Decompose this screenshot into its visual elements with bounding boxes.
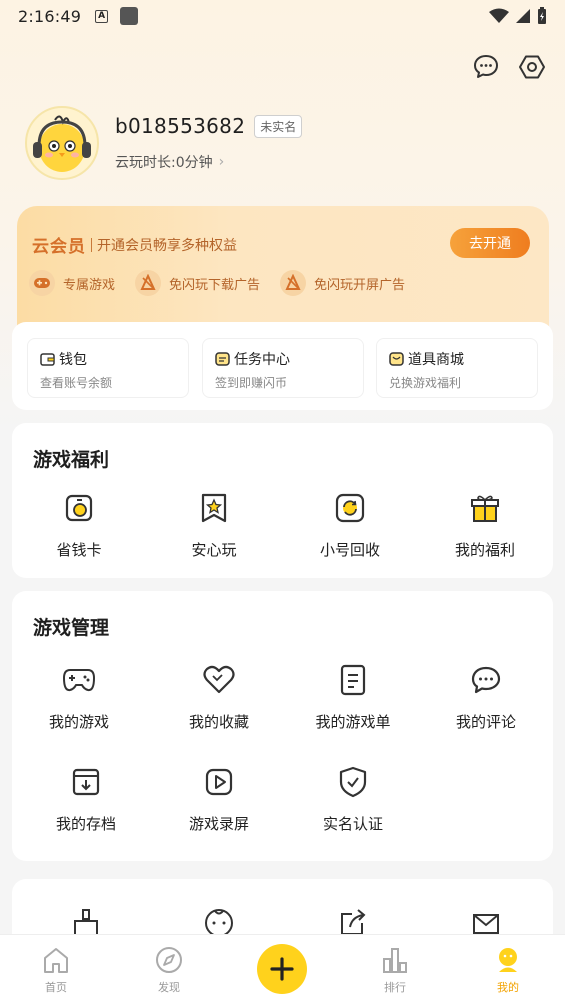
- management-item[interactable]: 我的评论: [426, 661, 546, 732]
- perk-item: 免闪玩下载广告: [135, 270, 260, 296]
- benefit-item[interactable]: 安心玩: [154, 489, 274, 560]
- no-ad-icon: [280, 270, 307, 296]
- playtime-text: 云玩时长:0分钟: [115, 155, 213, 171]
- management-label: 我的评论: [455, 713, 516, 731]
- wallet-button[interactable]: 钱包 查看账号余额: [27, 338, 189, 398]
- nav-label: 首页: [45, 981, 67, 994]
- header-actions: [471, 52, 547, 82]
- comment-icon: [467, 661, 505, 699]
- nav-home[interactable]: 首页: [16, 945, 96, 995]
- chick-headphones-avatar: [33, 115, 91, 172]
- management-section: 游戏管理 我的游戏 我的收藏 我的游戏单 我的评论 我的存档 游戏录屏 实名认证: [12, 591, 553, 861]
- management-label: 游戏录屏: [188, 815, 249, 833]
- verification-badge[interactable]: 未实名: [254, 114, 303, 138]
- section-title: 游戏管理: [33, 617, 110, 639]
- play-icon: [200, 763, 238, 801]
- vip-divider: [91, 237, 92, 252]
- benefit-label: 我的福利: [454, 541, 515, 559]
- profile-section[interactable]: b018553682 未实名 云玩时长:0分钟 ›: [25, 106, 303, 180]
- management-item[interactable]: 实名认证: [293, 763, 413, 834]
- wifi-icon: [489, 8, 509, 23]
- wallet-icon: [40, 353, 55, 366]
- vip-description: 开通会员畅享多种权益: [97, 237, 237, 254]
- wallet-subtitle: 查看账号余额: [40, 376, 113, 390]
- no-ad-icon: [135, 270, 162, 296]
- task-icon: [215, 352, 230, 366]
- task-center-subtitle: 签到即赚闪币: [215, 376, 288, 390]
- message-icon[interactable]: [471, 52, 501, 82]
- heart-icon: [200, 661, 238, 699]
- benefit-item[interactable]: 我的福利: [425, 489, 545, 560]
- mall-icon: [389, 352, 404, 366]
- add-button[interactable]: [257, 944, 307, 994]
- settings-hex-icon[interactable]: [517, 52, 547, 82]
- management-item[interactable]: 我的游戏单: [293, 661, 413, 732]
- item-mall-title: 道具商城: [408, 352, 464, 368]
- benefit-label: 安心玩: [191, 541, 237, 559]
- management-item[interactable]: 游戏录屏: [159, 763, 279, 834]
- benefit-item[interactable]: 省钱卡: [19, 489, 139, 560]
- management-label: 实名认证: [322, 815, 383, 833]
- item-mall-subtitle: 兑换游戏福利: [389, 376, 462, 390]
- task-center-title: 任务中心: [234, 352, 290, 368]
- shield-check-icon: [334, 763, 372, 801]
- star-bookmark-icon: [195, 489, 233, 527]
- item-mall-button[interactable]: 道具商城 兑换游戏福利: [376, 338, 538, 398]
- playtime-link[interactable]: 云玩时长:0分钟 ›: [115, 152, 302, 172]
- perk-item: 专属游戏: [29, 270, 115, 296]
- a-notification-icon: A: [95, 9, 109, 23]
- gift-icon: [466, 489, 504, 527]
- gamepad-icon: [29, 270, 55, 296]
- nav-label: 我的: [497, 981, 519, 994]
- recycle-icon: [331, 489, 369, 527]
- vip-perks: 专属游戏 免闪玩下载广告 免闪玩开屏广告: [29, 270, 405, 296]
- vip-title: 云会员: [32, 237, 86, 257]
- ranking-icon: [383, 948, 407, 973]
- status-time: 2:16:49: [18, 6, 82, 26]
- benefit-label: 小号回收: [319, 541, 380, 559]
- bottom-navigation: 首页 发现 排行 我的: [0, 934, 565, 1004]
- wallet-card: 钱包 查看账号余额 任务中心 签到即赚闪币 道具商城 兑换游戏福利: [12, 322, 553, 410]
- perk-label: 专属游戏: [63, 277, 116, 293]
- username: b018553682: [115, 114, 246, 138]
- task-center-button[interactable]: 任务中心 签到即赚闪币: [202, 338, 364, 398]
- chevron-right-icon: ›: [218, 154, 225, 170]
- management-label: 我的游戏单: [315, 713, 391, 731]
- compass-icon: [156, 947, 182, 973]
- list-icon: [334, 661, 372, 699]
- vip-open-button[interactable]: 去开通: [450, 228, 530, 258]
- benefits-section: 游戏福利 省钱卡 安心玩 小号回收 我的福利: [12, 423, 553, 578]
- home-icon: [44, 948, 68, 973]
- nav-label: 排行: [384, 981, 406, 994]
- perk-item: 免闪玩开屏广告: [280, 270, 405, 296]
- perk-label: 免闪玩下载广告: [169, 277, 261, 293]
- gamepad-icon: [60, 661, 98, 699]
- perk-label: 免闪玩开屏广告: [314, 277, 406, 293]
- management-item[interactable]: 我的存档: [26, 763, 146, 834]
- management-label: 我的存档: [55, 815, 116, 833]
- benefit-label: 省钱卡: [56, 541, 102, 559]
- archive-icon: [67, 763, 105, 801]
- plus-icon: [270, 957, 294, 981]
- section-title: 游戏福利: [33, 449, 110, 471]
- nav-ranking[interactable]: 排行: [355, 945, 435, 995]
- me-icon: [499, 948, 517, 972]
- saving-card-icon: [60, 489, 98, 527]
- signal-icon: [516, 9, 530, 23]
- benefit-item[interactable]: 小号回收: [290, 489, 410, 560]
- management-label: 我的游戏: [48, 713, 109, 731]
- management-item[interactable]: 我的收藏: [159, 661, 279, 732]
- management-item[interactable]: 我的游戏: [19, 661, 139, 732]
- wallet-title: 钱包: [59, 352, 87, 368]
- profile-info: b018553682 未实名 云玩时长:0分钟 ›: [115, 114, 303, 172]
- management-label: 我的收藏: [188, 713, 249, 731]
- vip-card[interactable]: 云会员 开通会员畅享多种权益 去开通 专属游戏 免闪玩下载广告 免闪玩开屏广告: [17, 206, 549, 334]
- nav-discover[interactable]: 发现: [129, 945, 209, 995]
- avatar[interactable]: [25, 106, 99, 180]
- nav-me[interactable]: 我的: [468, 945, 548, 995]
- status-bar: 2:16:49 A: [0, 0, 565, 32]
- app-notification-icon: [120, 7, 139, 25]
- battery-icon: [538, 7, 546, 24]
- nav-label: 发现: [158, 981, 180, 994]
